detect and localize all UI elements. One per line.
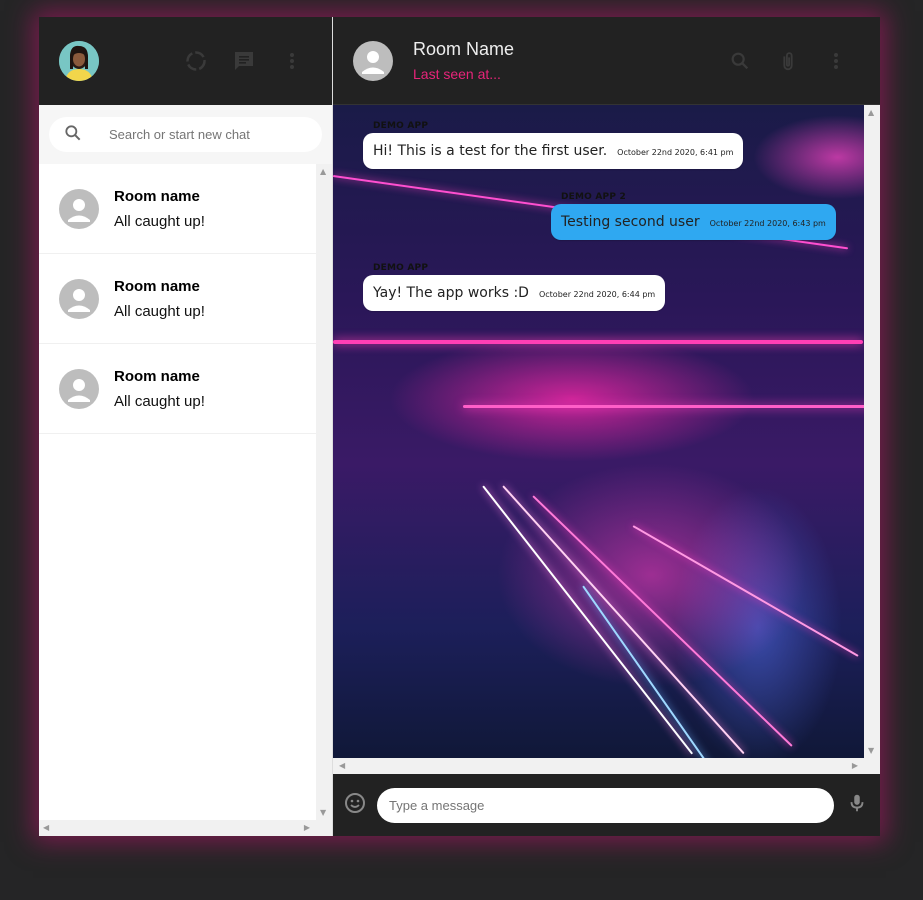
message-sender: DEMO APP 2 bbox=[561, 192, 626, 202]
chat-app: Room name All caught up! Room name All c… bbox=[39, 17, 880, 836]
message: DEMO APP Hi! This is a test for the firs… bbox=[363, 121, 744, 169]
more-vert-icon[interactable] bbox=[268, 41, 316, 81]
room-last-message: All caught up! bbox=[114, 392, 205, 410]
room-avatar bbox=[59, 278, 99, 319]
message-timestamp: October 22nd 2020, 6:43 pm bbox=[709, 219, 826, 228]
message-bubble: Yay! The app works :D October 22nd 2020,… bbox=[363, 275, 666, 311]
search-icon bbox=[63, 123, 83, 147]
message: DEMO APP Yay! The app works :D October 2… bbox=[363, 263, 666, 311]
room-title: Room name bbox=[114, 187, 200, 205]
message-text: Testing second user bbox=[561, 214, 700, 230]
scroll-up-arrow-icon[interactable]: ▲ bbox=[320, 167, 326, 176]
message-timestamp: October 22nd 2020, 6:41 pm bbox=[617, 148, 734, 157]
sidebar-vertical-scrollbar[interactable]: ▲ ▼ bbox=[316, 164, 332, 820]
chat-body-wrap: DEMO APP Hi! This is a test for the firs… bbox=[333, 105, 880, 774]
room-avatar[interactable] bbox=[353, 40, 393, 81]
scroll-right-arrow-icon[interactable]: ▶ bbox=[852, 761, 858, 770]
chat-vertical-scrollbar[interactable]: ▲ ▼ bbox=[864, 105, 880, 758]
chat-header: Room Name Last seen at... bbox=[333, 17, 880, 105]
list-item[interactable]: Room name All caught up! bbox=[39, 254, 316, 344]
chat-body: DEMO APP Hi! This is a test for the firs… bbox=[333, 105, 864, 758]
message-sender: DEMO APP bbox=[373, 121, 429, 131]
scroll-up-arrow-icon[interactable]: ▲ bbox=[868, 108, 874, 117]
status-icon[interactable] bbox=[172, 41, 220, 81]
room-name: Room Name bbox=[413, 39, 515, 59]
search-icon[interactable] bbox=[716, 41, 764, 81]
search-box bbox=[49, 117, 322, 152]
room-avatar bbox=[59, 188, 99, 229]
list-item[interactable]: Room name All caught up! bbox=[39, 164, 316, 254]
sidebar: Room name All caught up! Room name All c… bbox=[39, 17, 333, 836]
room-avatar bbox=[59, 368, 99, 409]
search-area bbox=[39, 105, 332, 164]
room-last-message: All caught up! bbox=[114, 302, 205, 320]
scroll-down-arrow-icon[interactable]: ▼ bbox=[320, 808, 326, 817]
message-bubble: Testing second user October 22nd 2020, 6… bbox=[551, 204, 836, 240]
chat-list: Room name All caught up! Room name All c… bbox=[39, 164, 332, 820]
message-sender: DEMO APP bbox=[373, 263, 429, 273]
chat-header-icons bbox=[716, 41, 860, 81]
room-title: Room name bbox=[114, 367, 200, 385]
user-avatar[interactable] bbox=[59, 41, 99, 81]
list-item[interactable]: Room name All caught up! bbox=[39, 344, 316, 434]
more-vert-icon[interactable] bbox=[812, 41, 860, 81]
search-input[interactable] bbox=[107, 126, 291, 143]
sidebar-horizontal-scrollbar[interactable]: ◀ ▶ bbox=[39, 820, 332, 836]
chat-panel: Room Name Last seen at... DEMO APP Hi! T… bbox=[333, 17, 880, 836]
message-input[interactable] bbox=[377, 787, 834, 823]
room-title: Room name bbox=[114, 277, 200, 295]
last-seen: Last seen at... bbox=[413, 66, 501, 82]
sidebar-header-icons bbox=[172, 41, 316, 81]
message-text: Hi! This is a test for the first user. bbox=[373, 143, 608, 159]
scroll-down-arrow-icon[interactable]: ▼ bbox=[868, 746, 874, 755]
mic-icon[interactable] bbox=[846, 792, 868, 818]
room-info: Room Name Last seen at... bbox=[413, 39, 716, 82]
chat-icon[interactable] bbox=[220, 41, 268, 81]
attach-icon[interactable] bbox=[764, 41, 812, 81]
chat-footer bbox=[333, 774, 880, 836]
chat-items: Room name All caught up! Room name All c… bbox=[39, 164, 316, 820]
scroll-left-arrow-icon[interactable]: ◀ bbox=[339, 761, 345, 770]
message-text: Yay! The app works :D bbox=[373, 285, 529, 301]
message: DEMO APP 2 Testing second user October 2… bbox=[551, 192, 836, 240]
emoji-icon[interactable] bbox=[343, 791, 367, 819]
message-bubble: Hi! This is a test for the first user. O… bbox=[363, 133, 744, 169]
sidebar-header bbox=[39, 17, 332, 105]
scroll-left-arrow-icon[interactable]: ◀ bbox=[43, 823, 49, 832]
scroll-right-arrow-icon[interactable]: ▶ bbox=[304, 823, 310, 832]
room-last-message: All caught up! bbox=[114, 212, 205, 230]
message-timestamp: October 22nd 2020, 6:44 pm bbox=[538, 290, 656, 299]
chat-horizontal-scrollbar[interactable]: ◀ ▶ bbox=[333, 758, 880, 774]
